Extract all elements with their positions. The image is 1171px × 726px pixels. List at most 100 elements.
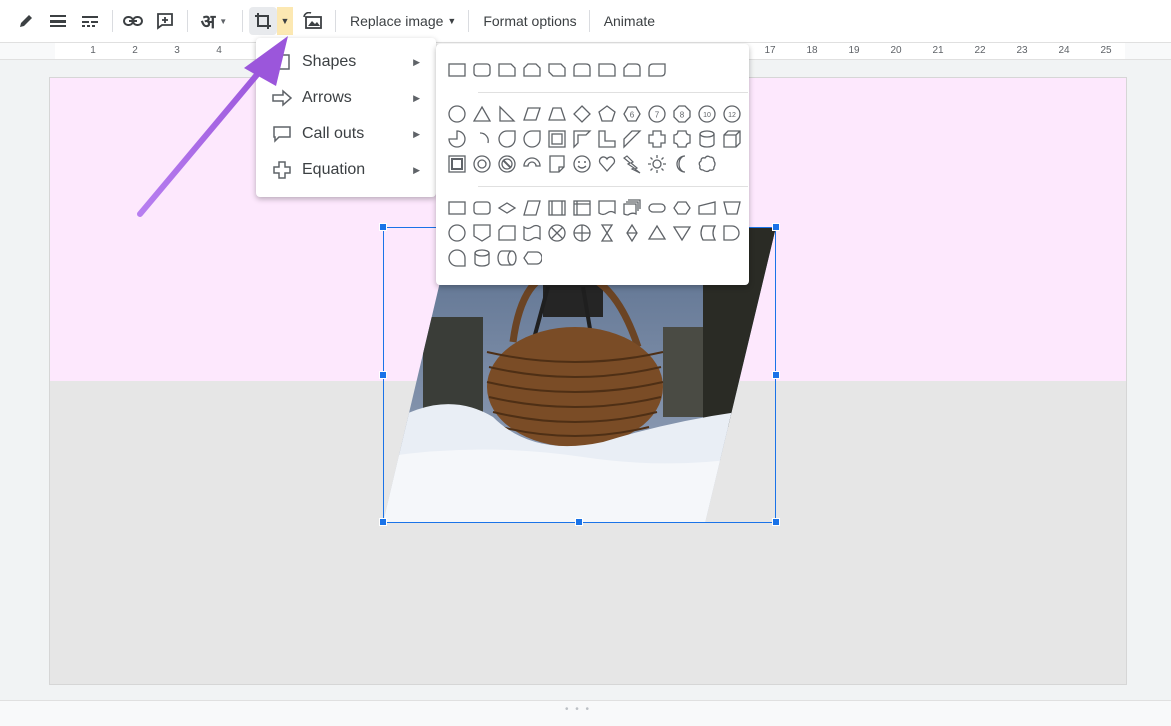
flowchart-collate-icon[interactable] <box>594 220 619 245</box>
round-diagonal-icon[interactable] <box>644 57 669 82</box>
flowchart-summing-junction-icon[interactable] <box>544 220 569 245</box>
snip-round-icon[interactable] <box>619 57 644 82</box>
flowchart-data-icon[interactable] <box>519 195 544 220</box>
octagon-icon[interactable]: 8 <box>669 101 694 126</box>
chord-icon[interactable] <box>519 126 544 151</box>
snip-same-side-icon[interactable] <box>519 57 544 82</box>
hexagon-icon[interactable]: 6 <box>619 101 644 126</box>
plus-shape-icon[interactable] <box>644 126 669 151</box>
animate-button[interactable]: Animate <box>596 7 663 35</box>
snip-diagonal-icon[interactable] <box>544 57 569 82</box>
dodecagon-icon[interactable]: 12 <box>719 101 744 126</box>
oval-icon[interactable] <box>444 101 469 126</box>
link-icon[interactable] <box>119 7 147 35</box>
flowchart-direct-access-icon[interactable] <box>494 245 519 270</box>
chevron-down-icon: ▼ <box>447 16 457 26</box>
flowchart-multidocument-icon[interactable] <box>619 195 644 220</box>
flowchart-offpage-connector-icon[interactable] <box>469 220 494 245</box>
crop-button[interactable] <box>249 7 277 35</box>
bevel-icon[interactable] <box>444 151 469 176</box>
menu-item-arrows[interactable]: Arrows ▶ <box>256 80 436 116</box>
resize-handle-left[interactable] <box>379 371 387 379</box>
resize-handle-top-left[interactable] <box>379 223 387 231</box>
teardrop-icon[interactable] <box>494 126 519 151</box>
pentagon-icon[interactable] <box>594 101 619 126</box>
flowchart-merge-icon[interactable] <box>669 220 694 245</box>
flowchart-manual-input-icon[interactable] <box>694 195 719 220</box>
flowchart-document-icon[interactable] <box>594 195 619 220</box>
ruler-number: 25 <box>1100 45 1112 56</box>
flowchart-extract-icon[interactable] <box>644 220 669 245</box>
heptagon-icon[interactable]: 7 <box>644 101 669 126</box>
shapes-divider <box>478 186 748 187</box>
flowchart-predefined-process-icon[interactable] <box>544 195 569 220</box>
sun-icon[interactable] <box>644 151 669 176</box>
rectangle-icon[interactable] <box>444 57 469 82</box>
round-same-side-icon[interactable] <box>569 57 594 82</box>
cloud-icon[interactable] <box>694 151 719 176</box>
flowchart-manual-operation-icon[interactable] <box>719 195 744 220</box>
plaque-icon[interactable] <box>669 126 694 151</box>
flowchart-sequential-access-icon[interactable] <box>444 245 469 270</box>
resize-handle-bottom-left[interactable] <box>379 518 387 526</box>
block-arc-icon[interactable] <box>519 151 544 176</box>
pie-icon[interactable] <box>444 126 469 151</box>
flowchart-delay-icon[interactable] <box>719 220 744 245</box>
menu-item-callouts[interactable]: Call outs ▶ <box>256 116 436 152</box>
flowchart-card-icon[interactable] <box>494 220 519 245</box>
trapezoid-icon[interactable] <box>544 101 569 126</box>
snip-corner-rectangle-icon[interactable] <box>494 57 519 82</box>
mask-image-dropdown[interactable]: ▼ <box>277 7 293 35</box>
arc-icon[interactable] <box>469 126 494 151</box>
l-shape-icon[interactable] <box>594 126 619 151</box>
heart-icon[interactable] <box>594 151 619 176</box>
format-options-button[interactable]: Format options <box>475 7 584 35</box>
line-weight-icon[interactable] <box>44 7 72 35</box>
smiley-face-icon[interactable] <box>569 151 594 176</box>
resize-handle-right[interactable] <box>772 371 780 379</box>
can-icon[interactable] <box>694 126 719 151</box>
resize-handle-top-right[interactable] <box>772 223 780 231</box>
no-symbol-icon[interactable] <box>494 151 519 176</box>
flowchart-connector-icon[interactable] <box>444 220 469 245</box>
cube-icon[interactable] <box>719 126 744 151</box>
flowchart-stored-data-icon[interactable] <box>694 220 719 245</box>
right-triangle-icon[interactable] <box>494 101 519 126</box>
flowchart-or-icon[interactable] <box>569 220 594 245</box>
flowchart-magnetic-disk-icon[interactable] <box>469 245 494 270</box>
pen-icon[interactable] <box>12 7 40 35</box>
speaker-notes-divider[interactable]: • • • <box>0 700 1171 726</box>
resize-handle-bottom[interactable] <box>575 518 583 526</box>
menu-item-shapes[interactable]: Shapes ▶ <box>256 44 436 80</box>
flowchart-process-icon[interactable] <box>444 195 469 220</box>
flowchart-sort-icon[interactable] <box>619 220 644 245</box>
replace-image-button[interactable]: Replace image ▼ <box>342 7 464 35</box>
frame-icon[interactable] <box>544 126 569 151</box>
rounded-rectangle-icon[interactable] <box>469 57 494 82</box>
flowchart-internal-storage-icon[interactable] <box>569 195 594 220</box>
lightning-bolt-icon[interactable] <box>619 151 644 176</box>
triangle-icon[interactable] <box>469 101 494 126</box>
decagon-icon[interactable]: 10 <box>694 101 719 126</box>
flowchart-terminator-icon[interactable] <box>644 195 669 220</box>
parallelogram-icon[interactable] <box>519 101 544 126</box>
flowchart-preparation-icon[interactable] <box>669 195 694 220</box>
folded-corner-icon[interactable] <box>544 151 569 176</box>
reset-image-icon[interactable] <box>299 7 327 35</box>
add-comment-icon[interactable] <box>151 7 179 35</box>
flowchart-decision-icon[interactable] <box>494 195 519 220</box>
drag-grip-icon[interactable]: • • • <box>565 704 591 715</box>
menu-item-equation[interactable]: Equation ▶ <box>256 152 436 188</box>
diagonal-stripe-icon[interactable] <box>619 126 644 151</box>
round-corner-icon[interactable] <box>594 57 619 82</box>
flowchart-punched-tape-icon[interactable] <box>519 220 544 245</box>
donut-icon[interactable] <box>469 151 494 176</box>
line-dash-icon[interactable] <box>76 7 104 35</box>
flowchart-alternate-process-icon[interactable] <box>469 195 494 220</box>
diamond-icon[interactable] <box>569 101 594 126</box>
resize-handle-bottom-right[interactable] <box>772 518 780 526</box>
input-tools-button[interactable]: अ ▼ <box>194 7 234 35</box>
half-frame-icon[interactable] <box>569 126 594 151</box>
flowchart-display-icon[interactable] <box>519 245 544 270</box>
moon-icon[interactable] <box>669 151 694 176</box>
